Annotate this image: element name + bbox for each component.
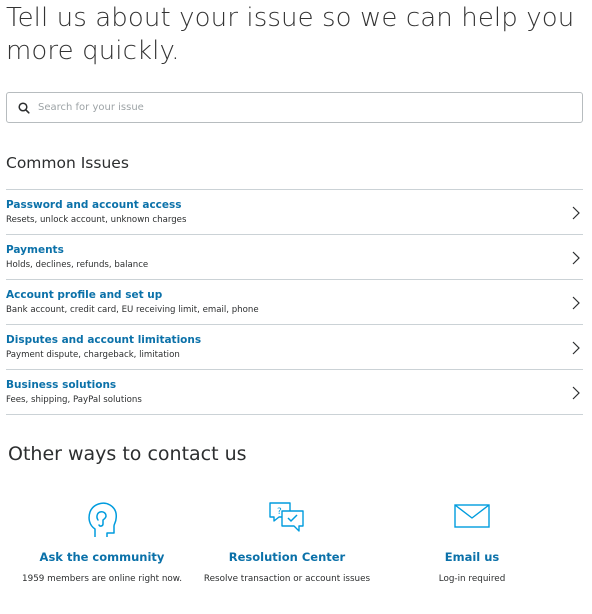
resolution-center-description: Resolve transaction or account issues (203, 574, 371, 584)
issue-account-profile[interactable]: Account profile and set up Bank account,… (6, 280, 583, 325)
svg-text:?: ? (277, 507, 282, 517)
resolution-icon-wrapper: ? (187, 500, 387, 540)
resolution-center-link[interactable]: Resolution Center (187, 550, 387, 564)
chevron-right-icon[interactable] (571, 295, 581, 311)
issue-title[interactable]: Account profile and set up (6, 289, 162, 301)
resolution-center-option[interactable]: ? Resolution Center Resolve transaction … (187, 500, 387, 584)
issue-description: Holds, declines, refunds, balance (6, 260, 149, 270)
search-icon (17, 101, 31, 115)
issue-title[interactable]: Password and account access (6, 199, 182, 211)
common-issues-heading: Common Issues (6, 154, 129, 172)
issue-description: Resets, unlock account, unknown charges (6, 215, 187, 225)
chevron-right-icon[interactable] (571, 250, 581, 266)
chevron-right-icon[interactable] (571, 205, 581, 221)
issue-title[interactable]: Disputes and account limitations (6, 334, 201, 346)
email-us-link[interactable]: Email us (372, 550, 572, 564)
issue-description: Fees, shipping, PayPal solutions (6, 395, 142, 405)
community-head-icon (88, 502, 117, 537)
email-login-required: Log-in required (438, 574, 506, 584)
community-icon-wrapper (2, 500, 202, 540)
email-us-option[interactable]: Email us Log-in required (372, 500, 572, 584)
issue-business-solutions[interactable]: Business solutions Fees, shipping, PayPa… (6, 370, 583, 415)
contact-heading: Other ways to contact us (8, 443, 247, 465)
search-input[interactable] (38, 93, 582, 122)
chevron-right-icon[interactable] (571, 340, 581, 356)
common-issues-list: Password and account access Resets, unlo… (6, 189, 583, 415)
community-members-online: 1959 members are online right now. (22, 574, 182, 584)
ask-community-link[interactable]: Ask the community (2, 550, 202, 564)
issue-title[interactable]: Payments (6, 244, 64, 256)
chat-bubbles-icon: ? (269, 502, 304, 532)
issue-disputes-limitations[interactable]: Disputes and account limitations Payment… (6, 325, 583, 370)
issue-password-account-access[interactable]: Password and account access Resets, unlo… (6, 190, 583, 235)
issue-payments[interactable]: Payments Holds, declines, refunds, balan… (6, 235, 583, 280)
envelope-icon (454, 504, 490, 528)
search-box[interactable] (6, 92, 583, 123)
issue-description: Bank account, credit card, EU receiving … (6, 305, 259, 315)
email-icon-wrapper (372, 500, 572, 540)
issue-description: Payment dispute, chargeback, limitation (6, 350, 180, 360)
issue-title[interactable]: Business solutions (6, 379, 116, 391)
page-headline: Tell us about your issue so we can help … (6, 3, 575, 66)
chevron-right-icon[interactable] (571, 385, 581, 401)
ask-community-option[interactable]: Ask the community 1959 members are onlin… (2, 500, 202, 584)
